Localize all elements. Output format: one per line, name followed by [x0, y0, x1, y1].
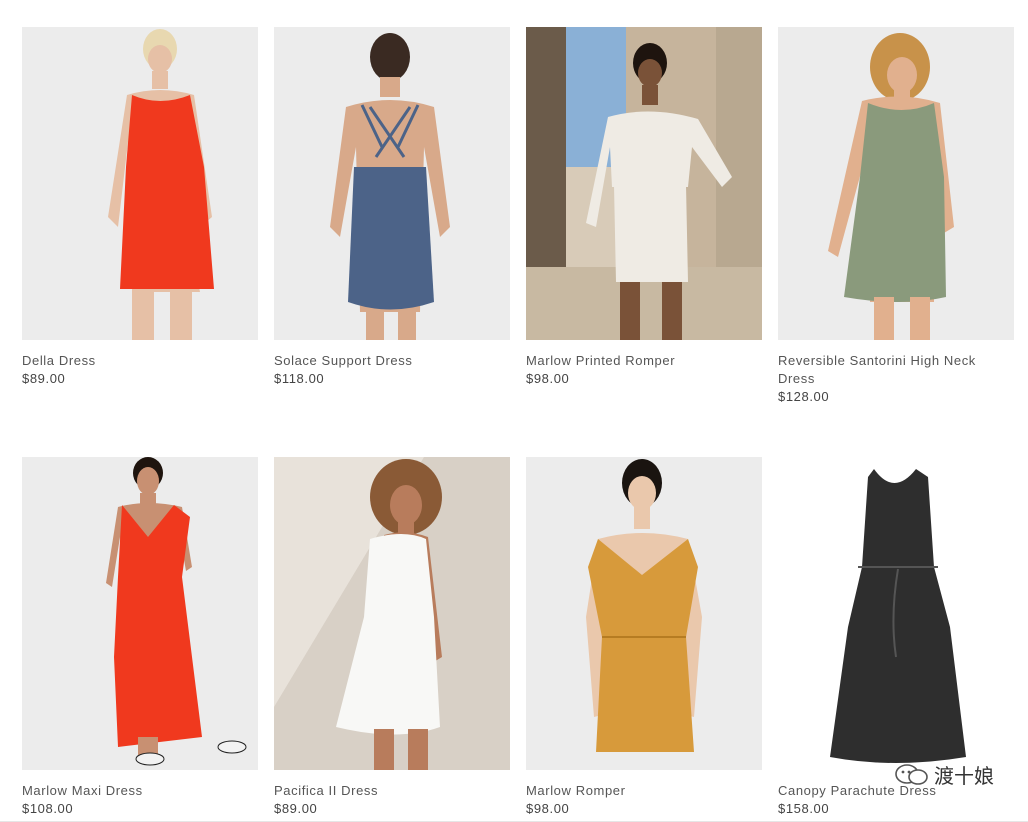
- product-name[interactable]: Marlow Printed Romper: [526, 352, 762, 370]
- product-price: $158.00: [778, 801, 830, 816]
- watermark-text: 渡十娘: [934, 764, 994, 788]
- product-price: $98.00: [526, 371, 570, 386]
- product-image[interactable]: [274, 27, 510, 340]
- product-image[interactable]: [526, 457, 762, 770]
- product-image[interactable]: [526, 27, 762, 340]
- product-card[interactable]: Reversible Santorini High Neck Dress $12…: [778, 27, 1014, 457]
- product-card[interactable]: Marlow Printed Romper $98.00: [526, 27, 762, 457]
- product-image[interactable]: [274, 457, 510, 770]
- product-name[interactable]: Pacifica II Dress: [274, 782, 510, 800]
- product-name[interactable]: Della Dress: [22, 352, 258, 370]
- product-name[interactable]: Marlow Maxi Dress: [22, 782, 258, 800]
- product-price: $98.00: [526, 801, 570, 816]
- product-grid: Della Dress $89.00 Solace Support Dress …: [22, 27, 1014, 822]
- product-name[interactable]: Reversible Santorini High Neck Dress: [778, 352, 1014, 388]
- product-image[interactable]: [22, 457, 258, 770]
- product-name[interactable]: Marlow Romper: [526, 782, 762, 800]
- product-price: $128.00: [778, 389, 830, 404]
- product-price: $89.00: [22, 371, 66, 386]
- chat-bubble-icon: [894, 763, 928, 787]
- product-card[interactable]: Della Dress $89.00: [22, 27, 258, 457]
- product-price: $108.00: [22, 801, 74, 816]
- product-image[interactable]: [778, 27, 1014, 340]
- product-card[interactable]: Pacifica II Dress $89.00: [274, 457, 510, 822]
- product-price: $118.00: [274, 371, 325, 386]
- watermark: 渡十娘: [894, 760, 994, 789]
- product-name[interactable]: Solace Support Dress: [274, 352, 510, 370]
- product-image[interactable]: [778, 457, 1014, 770]
- product-price: $89.00: [274, 801, 318, 816]
- product-card[interactable]: Marlow Maxi Dress $108.00: [22, 457, 258, 822]
- product-card[interactable]: Marlow Romper $98.00: [526, 457, 762, 822]
- product-card[interactable]: Solace Support Dress $118.00: [274, 27, 510, 457]
- product-image[interactable]: [22, 27, 258, 340]
